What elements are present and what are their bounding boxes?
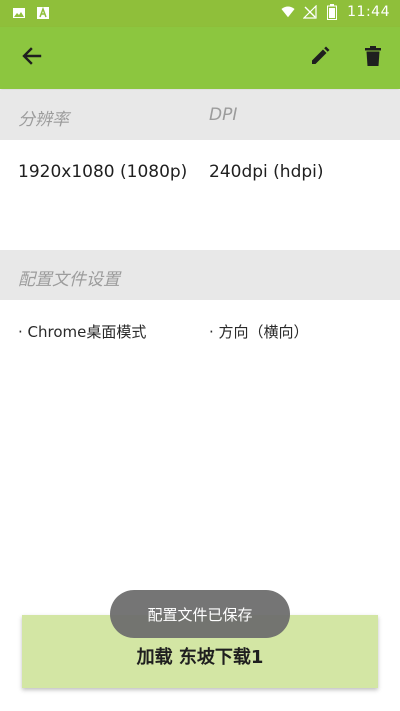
profile-settings-header: 配置文件设置 [0, 250, 400, 300]
wifi-icon [281, 5, 295, 19]
a-badge-icon [36, 6, 50, 20]
edit-button[interactable] [300, 38, 340, 78]
status-time: 11:44 [347, 4, 390, 20]
resolution-value: 1920x1080 (1080p) [18, 162, 188, 182]
delete-trash-icon [363, 45, 383, 71]
profile-saved-toast: 配置文件已保存 [110, 590, 290, 638]
setting-chrome-desktop-mode: · Chrome桌面模式 [18, 323, 147, 341]
status-left-icons [12, 6, 50, 20]
back-arrow-icon [21, 45, 43, 71]
resolution-section-header: 分辨率 DPI [0, 90, 400, 140]
status-bar: 11:44 [0, 0, 400, 27]
app-bar [0, 27, 400, 89]
setting-orientation-landscape: · 方向（横向） [209, 323, 309, 341]
dpi-column-header: DPI [209, 105, 238, 125]
resolution-column-header: 分辨率 [18, 110, 69, 130]
battery-icon [325, 4, 339, 20]
no-signal-icon [303, 5, 317, 19]
status-right-icons: 11:44 [281, 4, 390, 20]
image-icon [12, 6, 26, 20]
profile-settings-title: 配置文件设置 [18, 270, 120, 290]
dpi-value: 240dpi (hdpi) [209, 162, 324, 182]
delete-button[interactable] [353, 38, 393, 78]
edit-pencil-icon [309, 45, 331, 71]
back-button[interactable] [12, 38, 52, 78]
